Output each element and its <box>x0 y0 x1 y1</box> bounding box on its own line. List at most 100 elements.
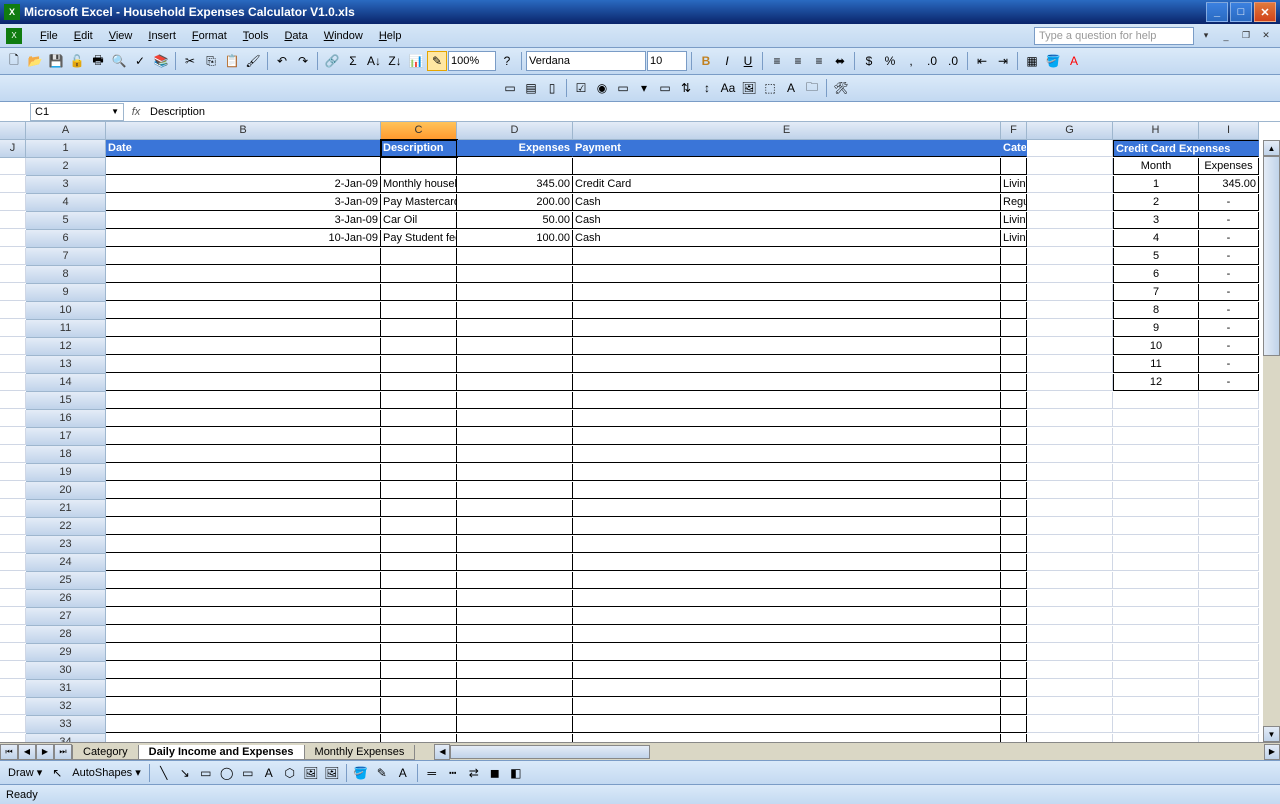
cell[interactable] <box>1113 734 1199 742</box>
fill-color-icon[interactable]: 🪣 <box>1043 51 1063 71</box>
cell[interactable] <box>0 662 26 679</box>
font-color-draw-icon[interactable]: A <box>393 763 413 783</box>
cell[interactable] <box>1199 482 1259 499</box>
cell[interactable] <box>0 464 26 481</box>
cell[interactable] <box>381 410 457 427</box>
cell[interactable] <box>457 482 573 499</box>
borders-icon[interactable]: ▦ <box>1022 51 1042 71</box>
cell[interactable]: - <box>1199 356 1259 373</box>
cell[interactable] <box>1027 554 1113 571</box>
cell[interactable] <box>1113 446 1199 463</box>
scroll-right-icon[interactable]: ▶ <box>1264 744 1280 760</box>
zoom-combo[interactable] <box>448 51 496 71</box>
cell[interactable] <box>1027 428 1113 445</box>
cell[interactable]: 7 <box>1113 284 1199 301</box>
decrease-decimal-icon[interactable]: .0 <box>943 51 963 71</box>
cell[interactable] <box>1027 284 1113 301</box>
cell[interactable] <box>106 374 381 391</box>
cell[interactable] <box>106 446 381 463</box>
cell[interactable] <box>1199 572 1259 589</box>
cell[interactable] <box>381 446 457 463</box>
row-header[interactable]: 18 <box>26 446 106 464</box>
cell[interactable] <box>106 716 381 733</box>
cell[interactable] <box>0 176 26 193</box>
line-icon[interactable]: ╲ <box>154 763 174 783</box>
cell[interactable] <box>457 428 573 445</box>
cell[interactable] <box>0 698 26 715</box>
tb2-list-icon[interactable]: ▭ <box>613 78 633 98</box>
tb2-button-icon[interactable]: ▭ <box>655 78 675 98</box>
cell[interactable] <box>573 518 1001 535</box>
cell[interactable] <box>0 626 26 643</box>
cell[interactable] <box>381 590 457 607</box>
cell[interactable] <box>106 482 381 499</box>
shadow-icon[interactable]: ◼ <box>485 763 505 783</box>
cell[interactable] <box>1027 176 1113 193</box>
menu-window[interactable]: Window <box>316 27 371 45</box>
draw-menu[interactable]: Draw ▾ <box>4 766 46 779</box>
cell[interactable] <box>457 356 573 373</box>
cell[interactable]: Cash <box>573 212 1001 229</box>
cell[interactable] <box>106 302 381 319</box>
cell[interactable] <box>381 392 457 409</box>
cell[interactable] <box>573 644 1001 661</box>
cell[interactable] <box>457 716 573 733</box>
excel-doc-icon[interactable]: X <box>6 28 22 44</box>
cell[interactable]: Cash <box>573 194 1001 211</box>
cell[interactable] <box>1113 482 1199 499</box>
cell[interactable] <box>0 356 26 373</box>
row-header[interactable]: 5 <box>26 212 106 230</box>
cell[interactable] <box>1001 518 1027 535</box>
cell[interactable] <box>1001 410 1027 427</box>
cell[interactable] <box>381 536 457 553</box>
menu-format[interactable]: Format <box>184 27 235 45</box>
menu-tools[interactable]: Tools <box>235 27 277 45</box>
doc-minimize-button[interactable]: _ <box>1218 28 1234 44</box>
cell[interactable]: - <box>1199 284 1259 301</box>
cell[interactable] <box>573 284 1001 301</box>
cell[interactable] <box>106 734 381 742</box>
cell[interactable] <box>1027 392 1113 409</box>
cell[interactable]: 3-Jan-09 <box>106 194 381 211</box>
column-header[interactable]: A <box>26 122 106 140</box>
cell[interactable] <box>1001 662 1027 679</box>
row-header[interactable]: 32 <box>26 698 106 716</box>
cell[interactable] <box>1001 374 1027 391</box>
row-header[interactable]: 24 <box>26 554 106 572</box>
cell[interactable]: - <box>1199 320 1259 337</box>
menu-insert[interactable]: Insert <box>140 27 184 45</box>
cell[interactable] <box>1199 608 1259 625</box>
cell[interactable]: 1 <box>1113 176 1199 193</box>
cell[interactable] <box>381 716 457 733</box>
doc-restore-button[interactable]: ❐ <box>1238 28 1254 44</box>
arrow-style-icon[interactable]: ⇄ <box>464 763 484 783</box>
cell[interactable] <box>106 338 381 355</box>
tb2-toggle-icon[interactable]: ⬚ <box>760 78 780 98</box>
row-header[interactable]: 19 <box>26 464 106 482</box>
cell[interactable] <box>106 158 381 175</box>
cell[interactable] <box>106 410 381 427</box>
tb2-combo-icon[interactable]: ▾ <box>634 78 654 98</box>
line-style-icon[interactable]: ═ <box>422 763 442 783</box>
cell[interactable]: Credit Card Expenses <box>1113 140 1259 157</box>
cell[interactable] <box>1113 518 1199 535</box>
cell[interactable] <box>573 536 1001 553</box>
row-header[interactable]: 20 <box>26 482 106 500</box>
cell[interactable] <box>1199 662 1259 679</box>
cell[interactable] <box>106 428 381 445</box>
align-center-icon[interactable]: ≡ <box>788 51 808 71</box>
select-objects-icon[interactable]: ↖ <box>47 763 67 783</box>
cell[interactable] <box>1001 464 1027 481</box>
cell[interactable]: - <box>1199 248 1259 265</box>
column-header[interactable]: F <box>1001 122 1027 140</box>
cell[interactable] <box>0 284 26 301</box>
cell[interactable] <box>1001 554 1027 571</box>
cell[interactable] <box>1199 626 1259 643</box>
align-left-icon[interactable]: ≡ <box>767 51 787 71</box>
cell[interactable] <box>573 482 1001 499</box>
cell[interactable] <box>1001 446 1027 463</box>
cell[interactable] <box>106 554 381 571</box>
cell[interactable] <box>457 572 573 589</box>
cell[interactable] <box>106 518 381 535</box>
sheet-tab[interactable]: Daily Income and Expenses <box>138 745 305 760</box>
